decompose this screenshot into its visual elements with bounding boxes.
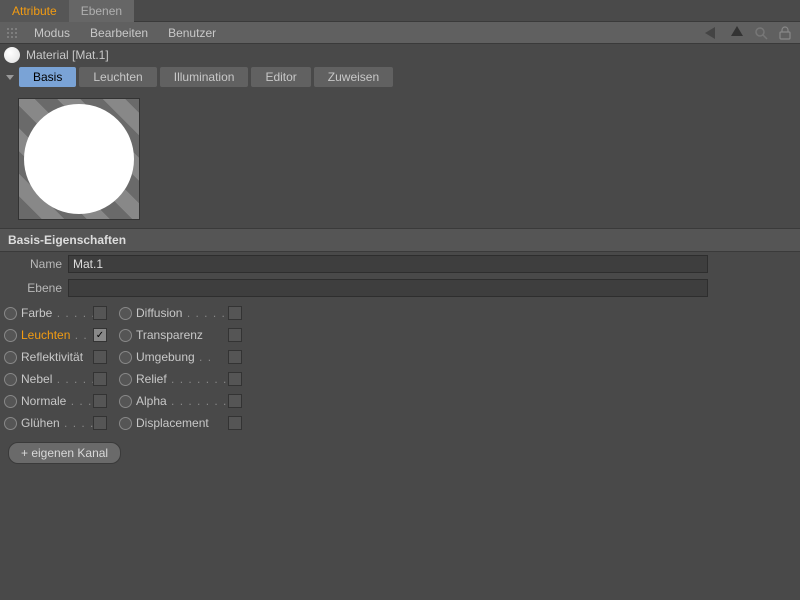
channel-label: Umgebung . . bbox=[136, 350, 228, 364]
search-icon[interactable] bbox=[752, 24, 770, 42]
panel-tab-bar: Attribute Ebenen bbox=[0, 0, 800, 22]
toolbar: Modus Bearbeiten Benutzer bbox=[0, 22, 800, 44]
collapse-triangle-icon[interactable] bbox=[6, 75, 14, 80]
channel-tab-bar: Basis Leuchten Illumination Editor Zuwei… bbox=[0, 66, 800, 88]
channel-label: Leuchten . . bbox=[21, 328, 93, 342]
check-farbe[interactable] bbox=[93, 306, 107, 320]
check-nebel[interactable] bbox=[93, 372, 107, 386]
channel-reflektivitaet: Reflektivität bbox=[4, 348, 107, 366]
check-diffusion[interactable] bbox=[228, 306, 242, 320]
check-gluehen[interactable] bbox=[93, 416, 107, 430]
channel-label: Glühen . . . . bbox=[21, 416, 93, 430]
check-reflektivitaet[interactable] bbox=[93, 350, 107, 364]
radio-reflektivitaet[interactable] bbox=[4, 351, 17, 364]
channel-col-right: Diffusion . . . . . Transparenz Umgebung… bbox=[119, 304, 242, 432]
nav-back-icon[interactable] bbox=[704, 24, 722, 42]
radio-umgebung[interactable] bbox=[119, 351, 132, 364]
channel-transparenz: Transparenz bbox=[119, 326, 242, 344]
preview-sphere bbox=[24, 104, 134, 214]
menu-benutzer[interactable]: Benutzer bbox=[158, 26, 226, 40]
section-title: Basis-Eigenschaften bbox=[0, 228, 800, 252]
channel-label: Nebel . . . . . bbox=[21, 372, 93, 386]
tab-leuchten[interactable]: Leuchten bbox=[79, 67, 156, 87]
input-name[interactable] bbox=[68, 255, 708, 273]
check-displacement[interactable] bbox=[228, 416, 242, 430]
channel-label: Reflektivität bbox=[21, 350, 93, 364]
tab-basis[interactable]: Basis bbox=[19, 67, 76, 87]
channel-alpha: Alpha . . . . . . . . bbox=[119, 392, 242, 410]
button-row: + eigenen Kanal bbox=[0, 436, 800, 470]
preview-area bbox=[0, 88, 800, 228]
tab-illumination[interactable]: Illumination bbox=[160, 67, 249, 87]
check-umgebung[interactable] bbox=[228, 350, 242, 364]
tab-attribute[interactable]: Attribute bbox=[0, 0, 69, 22]
channel-farbe: Farbe . . . . . bbox=[4, 304, 107, 322]
channel-leuchten: Leuchten . . ✓ bbox=[4, 326, 107, 344]
channel-diffusion: Diffusion . . . . . bbox=[119, 304, 242, 322]
channel-gluehen: Glühen . . . . bbox=[4, 414, 107, 432]
check-normale[interactable] bbox=[93, 394, 107, 408]
material-title: Material [Mat.1] bbox=[26, 48, 109, 62]
channel-label: Alpha . . . . . . . . bbox=[136, 394, 228, 408]
menu-modus[interactable]: Modus bbox=[24, 26, 80, 40]
check-relief[interactable] bbox=[228, 372, 242, 386]
channel-nebel: Nebel . . . . . bbox=[4, 370, 107, 388]
radio-transparenz[interactable] bbox=[119, 329, 132, 342]
channel-label: Displacement bbox=[136, 416, 228, 430]
material-header: Material [Mat.1] bbox=[0, 44, 800, 66]
check-alpha[interactable] bbox=[228, 394, 242, 408]
radio-alpha[interactable] bbox=[119, 395, 132, 408]
radio-farbe[interactable] bbox=[4, 307, 17, 320]
row-name: Name bbox=[0, 252, 800, 276]
channel-label: Relief . . . . . . . . bbox=[136, 372, 228, 386]
channel-col-left: Farbe . . . . . Leuchten . . ✓ Reflektiv… bbox=[4, 304, 107, 432]
menu-bearbeiten[interactable]: Bearbeiten bbox=[80, 26, 158, 40]
channel-label: Transparenz bbox=[136, 328, 228, 342]
row-ebene: Ebene bbox=[0, 276, 800, 300]
radio-displacement[interactable] bbox=[119, 417, 132, 430]
tab-ebenen[interactable]: Ebenen bbox=[69, 0, 134, 22]
radio-leuchten[interactable] bbox=[4, 329, 17, 342]
tab-zuweisen[interactable]: Zuweisen bbox=[314, 67, 393, 87]
channel-umgebung: Umgebung . . bbox=[119, 348, 242, 366]
channel-normale: Normale . . . bbox=[4, 392, 107, 410]
check-transparenz[interactable] bbox=[228, 328, 242, 342]
lock-icon[interactable] bbox=[776, 24, 794, 42]
material-preview[interactable] bbox=[18, 98, 140, 220]
add-channel-button[interactable]: + eigenen Kanal bbox=[8, 442, 121, 464]
radio-normale[interactable] bbox=[4, 395, 17, 408]
material-icon bbox=[4, 47, 20, 63]
drag-grip-icon[interactable] bbox=[6, 27, 18, 39]
label-ebene: Ebene bbox=[8, 281, 62, 295]
radio-gluehen[interactable] bbox=[4, 417, 17, 430]
channel-relief: Relief . . . . . . . . bbox=[119, 370, 242, 388]
channel-label: Diffusion . . . . . bbox=[136, 306, 228, 320]
radio-diffusion[interactable] bbox=[119, 307, 132, 320]
radio-nebel[interactable] bbox=[4, 373, 17, 386]
tab-editor[interactable]: Editor bbox=[251, 67, 310, 87]
channel-label: Farbe . . . . . bbox=[21, 306, 93, 320]
label-name: Name bbox=[8, 257, 62, 271]
input-ebene[interactable] bbox=[68, 279, 708, 297]
radio-relief[interactable] bbox=[119, 373, 132, 386]
channel-displacement: Displacement bbox=[119, 414, 242, 432]
channel-label: Normale . . . bbox=[21, 394, 93, 408]
channel-grid: Farbe . . . . . Leuchten . . ✓ Reflektiv… bbox=[0, 300, 800, 436]
check-leuchten[interactable]: ✓ bbox=[93, 328, 107, 342]
nav-up-icon[interactable] bbox=[728, 24, 746, 42]
